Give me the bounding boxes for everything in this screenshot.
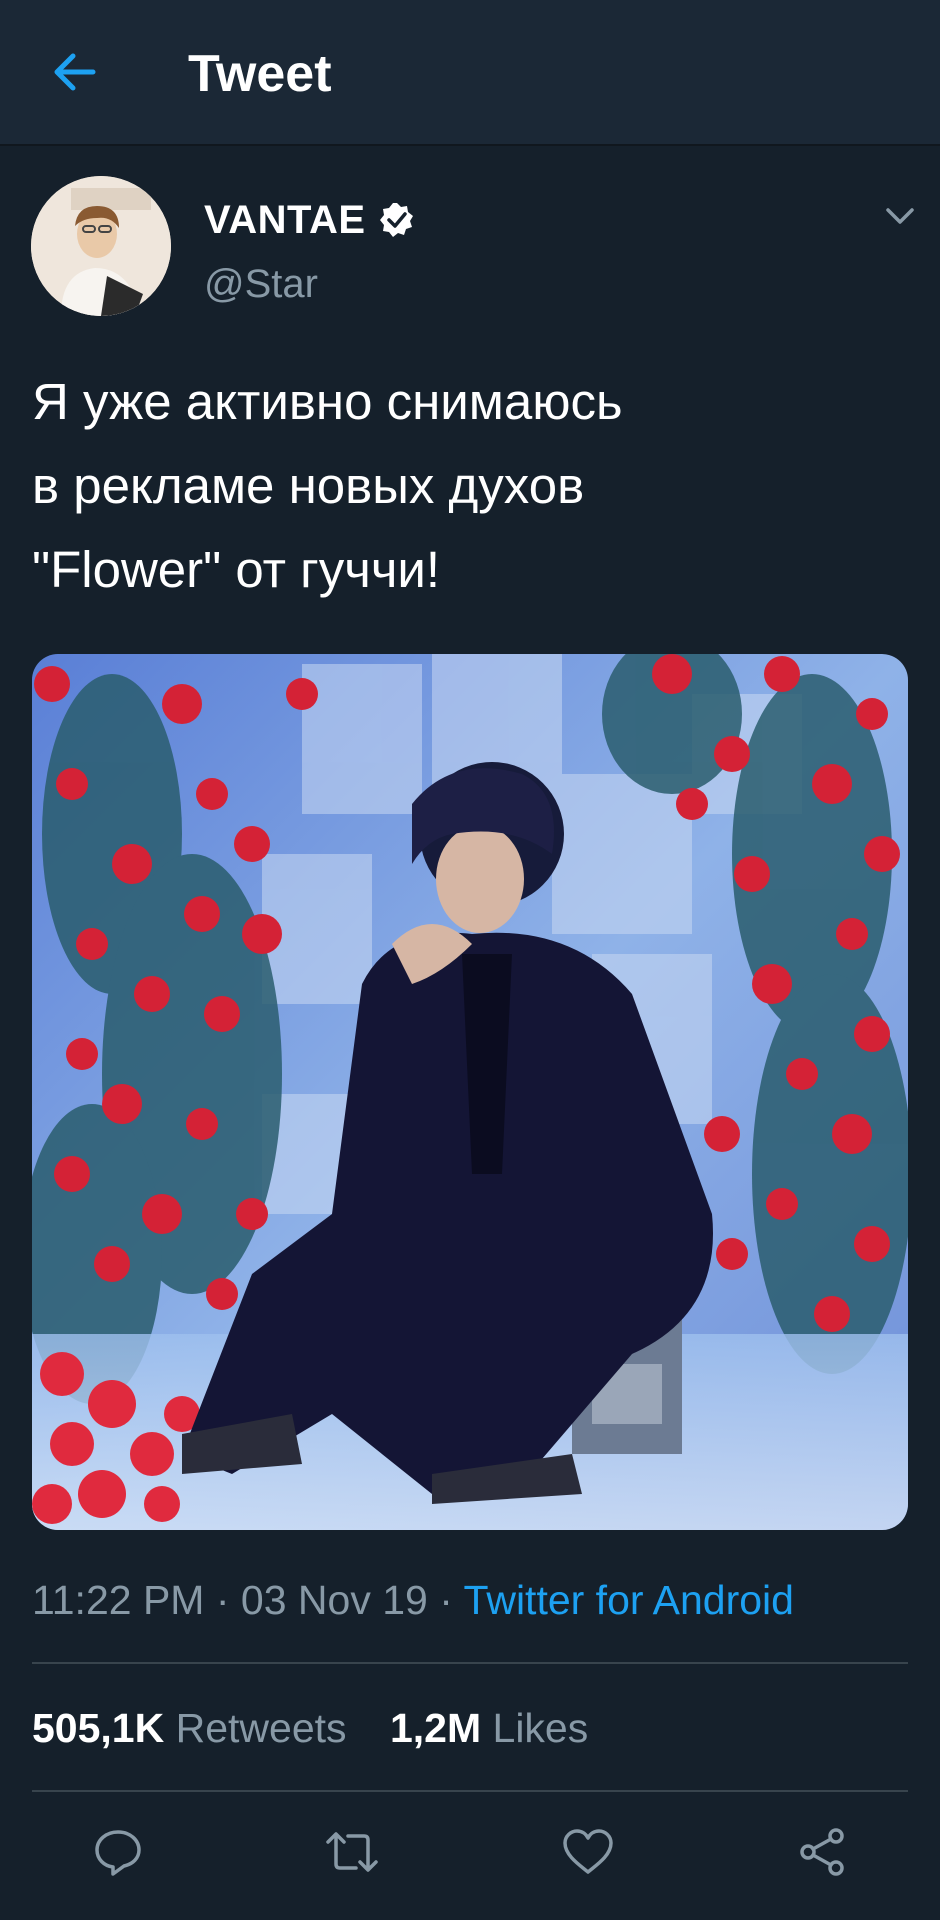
- avatar[interactable]: [31, 176, 171, 316]
- tweet-source-link[interactable]: Twitter for Android: [464, 1577, 794, 1623]
- top-app-bar: Tweet: [0, 0, 940, 146]
- likes-label[interactable]: Likes: [493, 1705, 589, 1751]
- share-icon: [800, 1828, 844, 1876]
- user-handle: @Star: [204, 262, 318, 306]
- reply-button[interactable]: [88, 1822, 148, 1882]
- likes-count[interactable]: 1,2M: [390, 1705, 481, 1751]
- display-name: VANTAE: [204, 197, 366, 242]
- tweet-stats: 505,1K Retweets 1,2M Likes: [32, 1700, 620, 1756]
- photo-person-seated-among-red-roses: [32, 654, 908, 1530]
- tweet-date: 03 Nov 19: [240, 1577, 428, 1623]
- reply-icon: [95, 1830, 141, 1876]
- tweet-text: Я уже активно снимаюсь в рекламе новых д…: [32, 373, 623, 598]
- share-button[interactable]: [792, 1822, 852, 1882]
- divider: [32, 1662, 908, 1664]
- retweets-count[interactable]: 505,1K: [32, 1705, 164, 1751]
- divider: [32, 1790, 908, 1792]
- retweet-button[interactable]: [322, 1822, 382, 1882]
- meta-separator: ·: [215, 1577, 230, 1623]
- tweet-meta: 11:22 PM · 03 Nov 19 · Twitter for Andro…: [32, 1574, 794, 1626]
- arrow-left-icon: [54, 53, 96, 91]
- chevron-down-icon[interactable]: [880, 198, 920, 232]
- tweet-media[interactable]: [32, 654, 908, 1530]
- page-title: Tweet: [188, 45, 332, 103]
- like-button[interactable]: [558, 1822, 618, 1882]
- retweets-label[interactable]: Retweets: [176, 1705, 347, 1751]
- back-button[interactable]: [44, 42, 104, 102]
- verified-badge-icon: [379, 203, 413, 237]
- tweet-time: 11:22 PM: [32, 1577, 205, 1623]
- meta-separator: ·: [439, 1577, 453, 1623]
- author-name-row[interactable]: VANTAE: [204, 192, 416, 248]
- retweet-icon: [326, 1832, 378, 1872]
- heart-icon: [563, 1829, 613, 1874]
- avatar-photo: [31, 176, 171, 316]
- tweet-action-bar: [0, 1812, 940, 1888]
